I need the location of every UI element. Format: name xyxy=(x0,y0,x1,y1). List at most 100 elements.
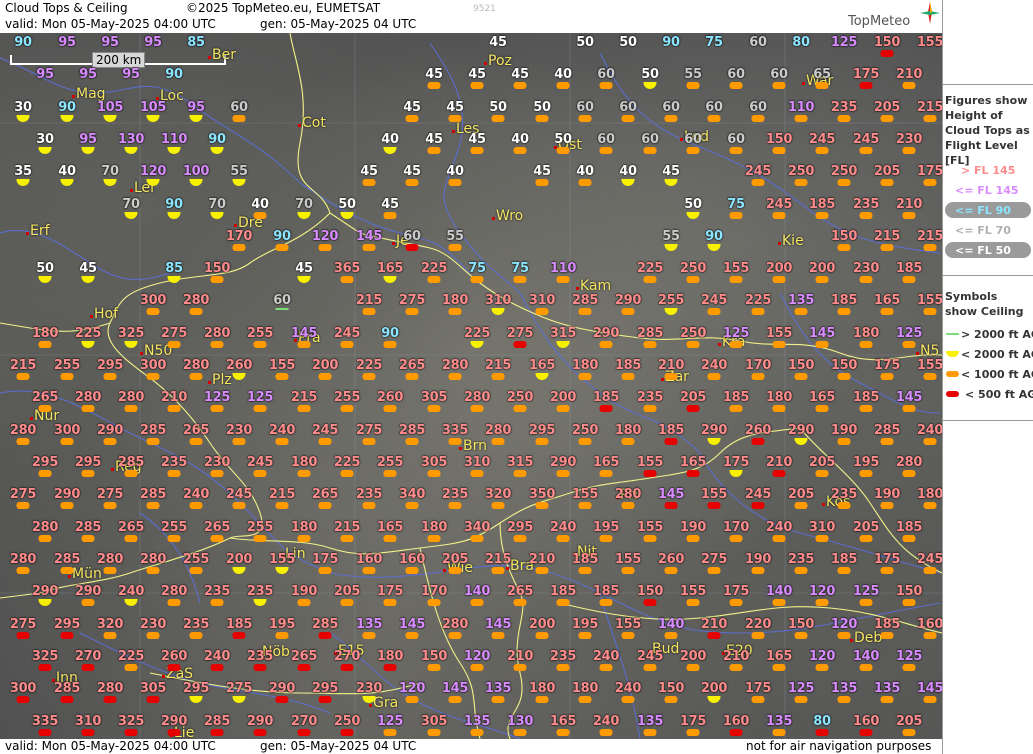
ceiling-symbol-orange xyxy=(578,567,592,574)
cloud-top-value: 250 xyxy=(830,164,858,179)
ceiling-symbol-orange xyxy=(707,373,721,380)
ceiling-symbol-orange xyxy=(362,244,376,251)
ceiling-symbol-orange xyxy=(232,244,246,251)
ceiling-symbol-orange xyxy=(859,147,873,154)
cloud-top-value: 150 xyxy=(203,261,231,276)
cloud-top-value: 160 xyxy=(355,552,383,567)
cloud-top-value: 45 xyxy=(468,67,486,82)
ceiling-symbol-orange xyxy=(578,115,592,122)
ceiling-symbol-orange xyxy=(16,438,30,445)
cloud-top-value: 95 xyxy=(36,67,54,82)
ceiling-symbol-orange xyxy=(491,438,505,445)
ceiling-symbol-orange xyxy=(815,212,829,219)
chart-title: Cloud Tops & Ceiling xyxy=(5,1,128,15)
cloud-top-value: 210 xyxy=(895,197,923,212)
cloud-top-value: 265 xyxy=(31,390,59,405)
cloud-top-value: 105 xyxy=(139,100,167,115)
ceiling-symbol-orange xyxy=(599,729,613,736)
cloud-top-value: 145 xyxy=(290,326,318,341)
cloud-top-value: 290 xyxy=(53,487,81,502)
city-marker xyxy=(68,575,71,578)
cloud-top-value: 90 xyxy=(208,132,226,147)
cloud-top-value: 140 xyxy=(657,617,685,632)
ceiling-symbol-red xyxy=(60,632,74,639)
ceiling-symbol-orange xyxy=(837,502,851,509)
ceiling-symbol-red xyxy=(318,696,332,703)
ceiling-symbol-orange xyxy=(794,373,808,380)
cloud-top-value: 70 xyxy=(122,197,140,212)
cloud-top-value: 280 xyxy=(117,390,145,405)
ceiling-symbol-orange xyxy=(578,308,592,315)
cloud-top-value: 315 xyxy=(506,455,534,470)
ceiling-symbol-orange xyxy=(751,696,765,703)
cloud-top-value: 325 xyxy=(117,714,145,729)
cloud-top-value: 50 xyxy=(641,67,659,82)
cloud-top-value: 235 xyxy=(246,584,274,599)
ceiling-symbol-orange xyxy=(362,502,376,509)
cloud-top-value: 285 xyxy=(636,326,664,341)
cloud-top-value: 255 xyxy=(182,552,210,567)
cloud-top-value: 120 xyxy=(830,617,858,632)
cloud-top-value: 170 xyxy=(225,229,253,244)
cloud-top-value: 150 xyxy=(787,617,815,632)
cloud-top-value: 125 xyxy=(376,714,404,729)
ceiling-symbol-orange xyxy=(578,373,592,380)
ceiling-symbol-orange xyxy=(643,664,657,671)
ceiling-symbol-orange xyxy=(923,438,937,445)
ceiling-symbol-red xyxy=(253,664,267,671)
ceiling-symbol-orange xyxy=(167,599,181,606)
cloud-top-value: 180 xyxy=(441,293,469,308)
cloud-top-value: 290 xyxy=(700,423,728,438)
cloud-top-value: 180 xyxy=(376,649,404,664)
city-marker xyxy=(30,417,33,420)
cloud-top-value: 150 xyxy=(830,358,858,373)
cloud-top-value: 165 xyxy=(549,714,577,729)
ceiling-symbol-orange xyxy=(729,147,743,154)
ceiling-symbol-orange xyxy=(60,567,74,574)
cloud-top-value: 305 xyxy=(420,390,448,405)
cloud-top-value: 240 xyxy=(549,520,577,535)
ceiling-symbol-orange xyxy=(146,567,160,574)
cloud-top-value: 240 xyxy=(592,649,620,664)
ceiling-symbol-red xyxy=(60,696,74,703)
cloud-top-value: 205 xyxy=(787,487,815,502)
ceiling-symbol-orange xyxy=(859,599,873,606)
ceiling-symbol-orange xyxy=(16,373,30,380)
ceiling-symbol-orange xyxy=(794,179,808,186)
ceiling-symbol-orange xyxy=(383,599,397,606)
ceiling-symbol-orange xyxy=(470,535,484,542)
ceiling-symbol-orange xyxy=(643,276,657,283)
cloud-top-value: 45 xyxy=(533,164,551,179)
cloud-top-value: 145 xyxy=(895,390,923,405)
cloud-top-value: 180 xyxy=(31,326,59,341)
cloud-top-value: 45 xyxy=(446,100,464,115)
cloud-top-value: 185 xyxy=(830,293,858,308)
cloud-top-value: 190 xyxy=(830,423,858,438)
cloud-top-value: 285 xyxy=(203,714,231,729)
cloud-top-value: 185 xyxy=(225,617,253,632)
cloud-top-value: 180 xyxy=(614,423,642,438)
ceiling-symbol-orange xyxy=(103,632,117,639)
cloud-top-value: 215 xyxy=(268,487,296,502)
ceiling-symbol-orange xyxy=(427,664,441,671)
cloud-top-value: 155 xyxy=(614,617,642,632)
cloud-top-value: 215 xyxy=(916,229,942,244)
ceiling-symbol-orange xyxy=(470,729,484,736)
cloud-top-value: 210 xyxy=(506,649,534,664)
scale-bar-label: 200 km xyxy=(92,52,146,68)
cloud-top-value: 235 xyxy=(636,390,664,405)
cloud-top-value: 280 xyxy=(182,358,210,373)
cloud-top-value: 310 xyxy=(808,520,836,535)
cloud-top-value: 55 xyxy=(684,67,702,82)
ceiling-symbol-orange xyxy=(772,212,786,219)
city-marker xyxy=(26,232,29,235)
cloud-top-value: 165 xyxy=(376,261,404,276)
cloud-top-value: 40 xyxy=(58,164,76,179)
cloud-top-value: 255 xyxy=(53,358,81,373)
cloud-top-value: 70 xyxy=(295,197,313,212)
ceiling-symbol-orange xyxy=(859,470,873,477)
cloud-top-value: 90 xyxy=(165,67,183,82)
legend-red-bar-icon xyxy=(946,391,959,397)
ceiling-symbol-orange xyxy=(772,599,786,606)
cloud-top-value: 180 xyxy=(916,487,942,502)
